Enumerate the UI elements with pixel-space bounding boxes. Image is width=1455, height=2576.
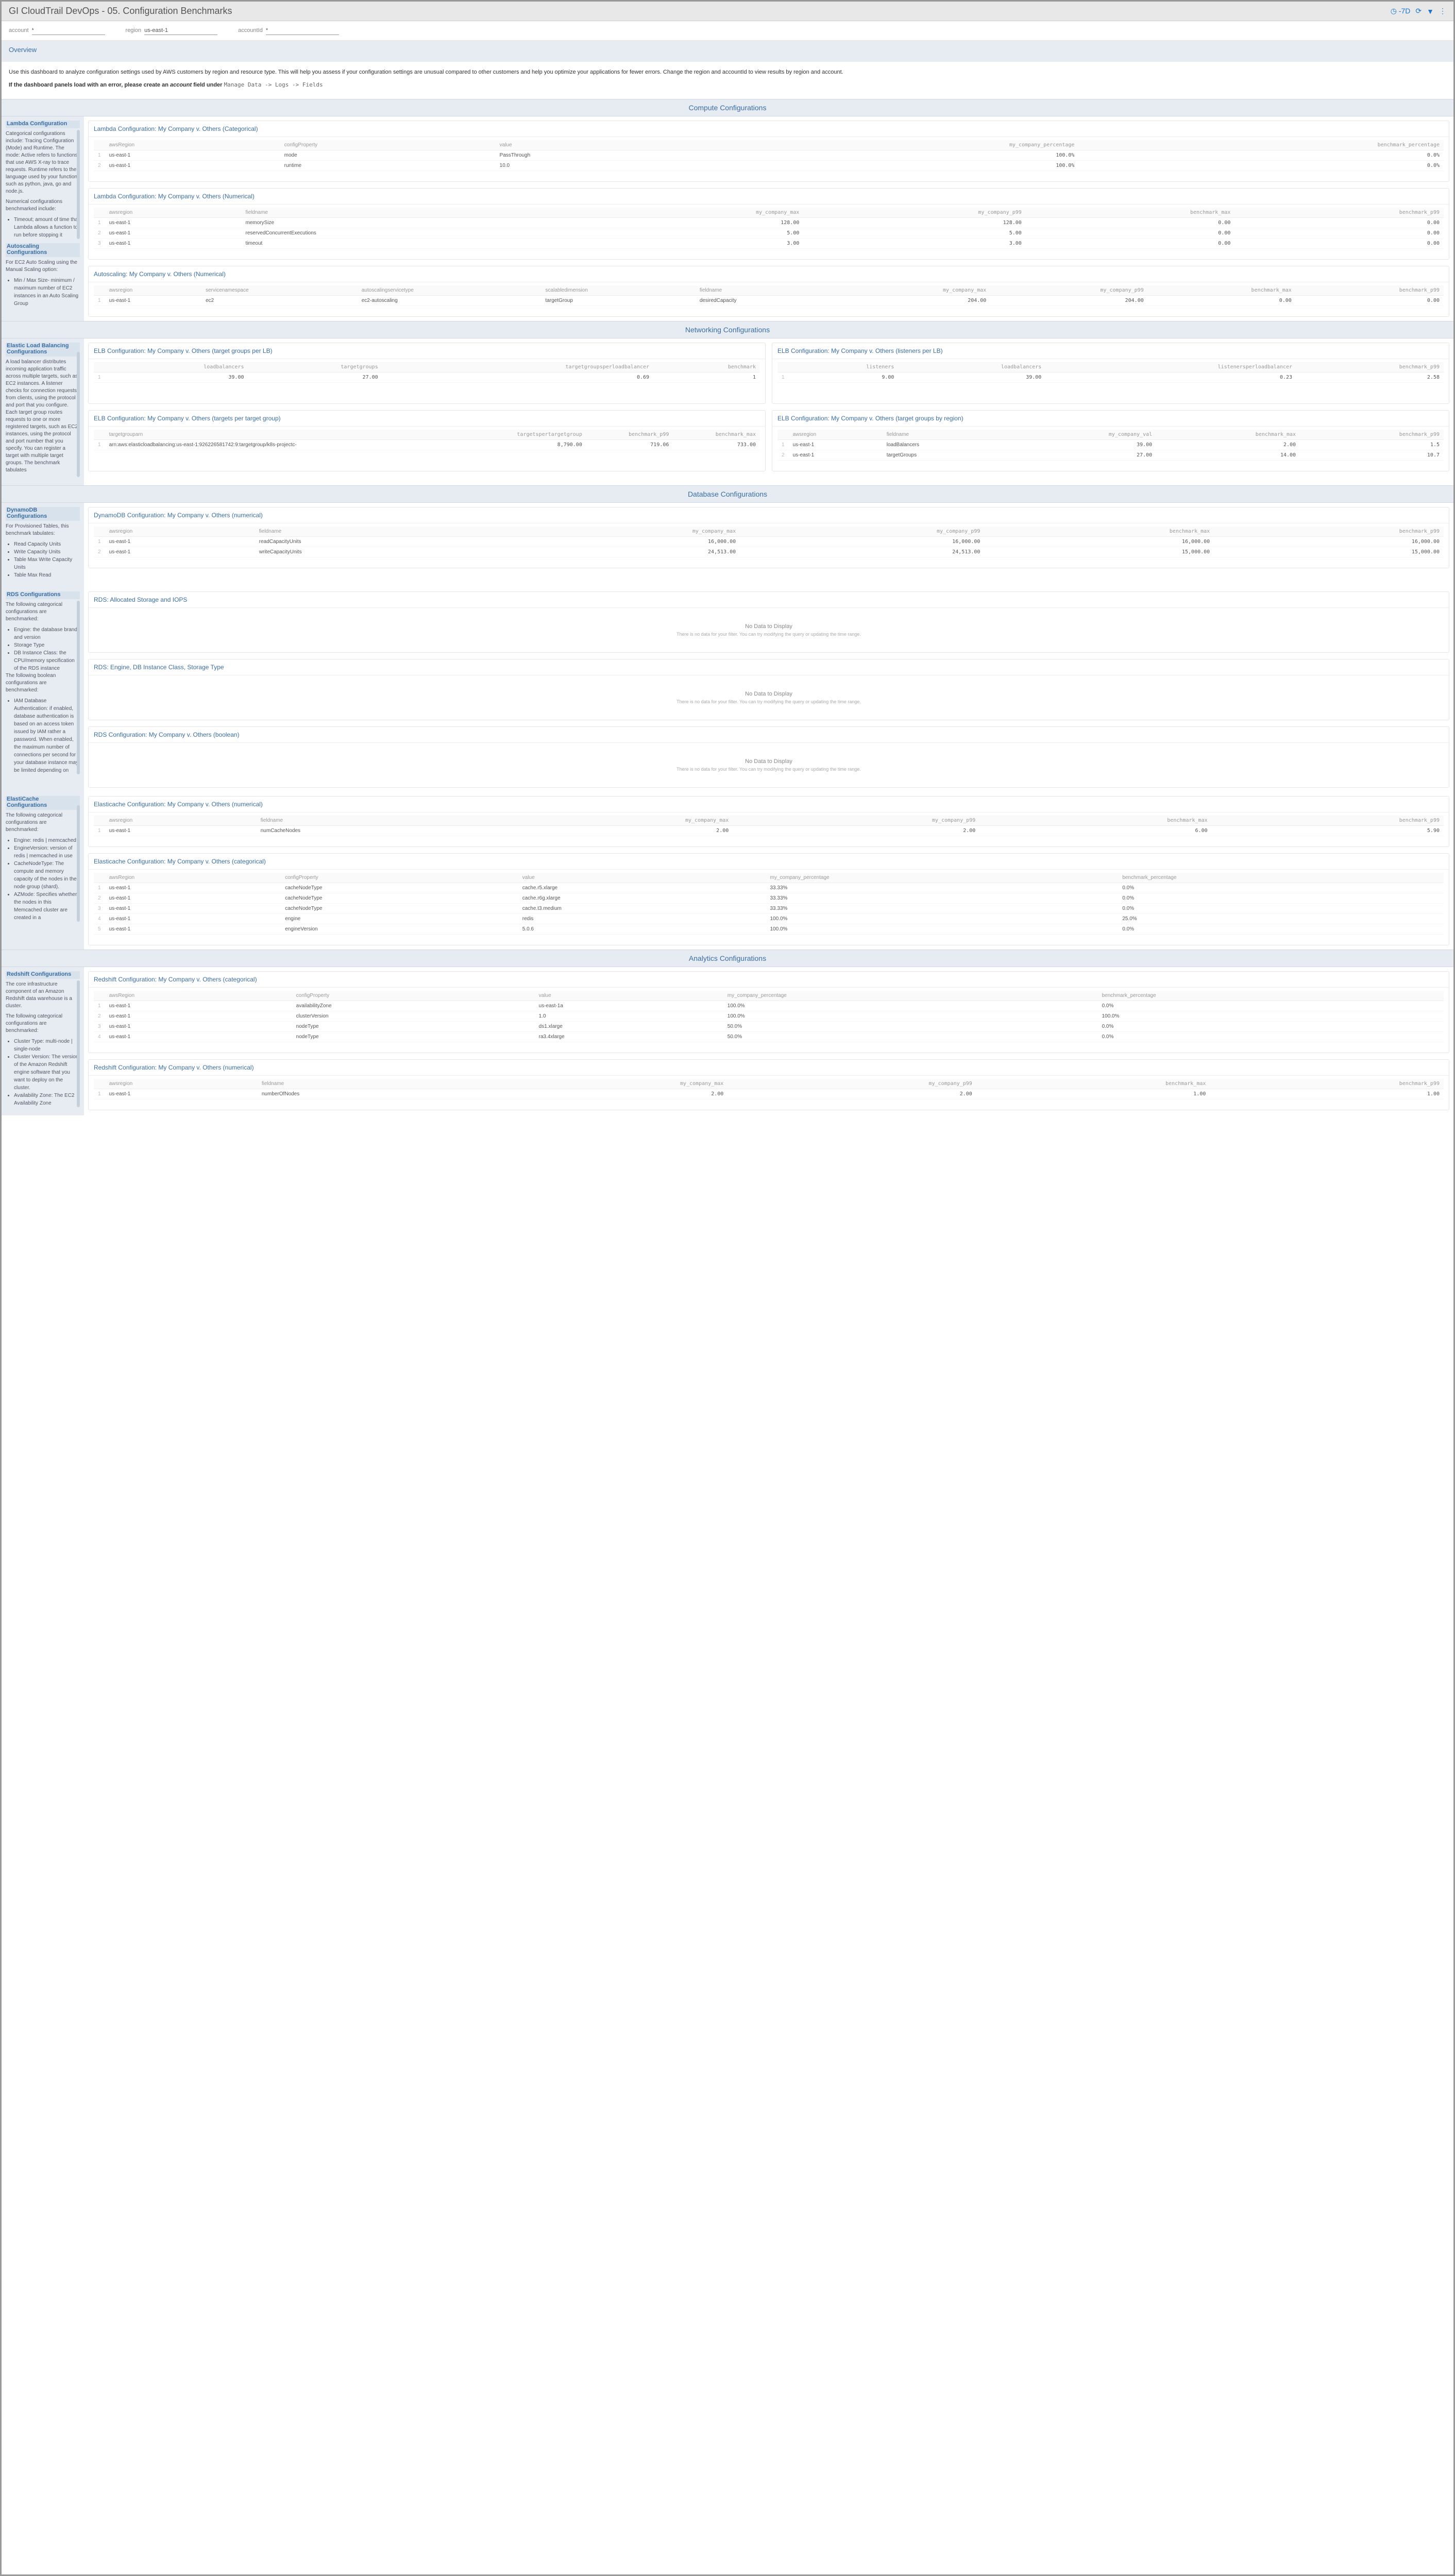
overview-bar: Overview [2,41,1453,62]
panel-redshift-cat: Redshift Configuration: My Company v. Ot… [88,971,1449,1053]
panel-rds-engine: RDS: Engine, DB Instance Class, Storage … [88,659,1449,720]
table-row[interactable]: 1us-east-1readCapacityUnits16,000.0016,0… [94,537,1444,547]
table-row[interactable]: 1us-east-1modePassThrough100.0%0.0% [94,150,1444,161]
scrollbar[interactable] [77,805,80,922]
section-database: Database Configurations [2,485,1453,503]
header-actions: ◷ -7D ⟳ ▼ ⋮ [1391,7,1446,15]
panel-lambda-cat: Lambda Configuration: My Company v. Othe… [88,121,1449,182]
sidebar-redshift: Redshift Configurations The core infrast… [6,971,80,1107]
panel-rds-bool: RDS Configuration: My Company v. Others … [88,726,1449,788]
table-row[interactable]: 1arn:aws:elasticloadbalancing:us-east-1:… [94,440,760,450]
table-row[interactable]: 3us-east-1cacheNodeTypecache.t3.medium33… [94,904,1444,914]
sidebar-rds: RDS Configurations The following categor… [6,591,80,774]
panel-elb-tg-by-region: ELB Configuration: My Company v. Others … [772,410,1449,471]
panel-lambda-num: Lambda Configuration: My Company v. Othe… [88,188,1449,260]
panel-elasticache-cat: Elasticache Configuration: My Company v.… [88,853,1449,945]
table-row[interactable]: 1us-east-1ec2ec2-autoscalingtargetGroupd… [94,296,1444,306]
panel-elb-listeners: ELB Configuration: My Company v. Others … [772,343,1449,404]
table-row[interactable]: 2us-east-1cacheNodeTypecache.r6g.xlarge3… [94,893,1444,904]
clock-icon[interactable]: ◷ -7D [1391,7,1411,15]
panel-dynamo-num: DynamoDB Configuration: My Company v. Ot… [88,507,1449,568]
table-row[interactable]: 1us-east-1loadBalancers39.002.001.5 [777,440,1444,450]
table-row[interactable]: 5us-east-1engineVersion5.0.6100.0%0.0% [94,924,1444,935]
page-title: GI CloudTrail DevOps - 05. Configuration… [9,6,232,16]
panel-rds-storage: RDS: Allocated Storage and IOPS No Data … [88,591,1449,653]
panel-redshift-num: Redshift Configuration: My Company v. Ot… [88,1059,1449,1110]
table-row[interactable]: 19.0039.000.232.58 [777,372,1444,383]
scrollbar[interactable] [77,980,80,1107]
panel-elasticache-num: Elasticache Configuration: My Company v.… [88,796,1449,847]
panel-autoscaling-num: Autoscaling: My Company v. Others (Numer… [88,266,1449,317]
table-row[interactable]: 4us-east-1nodeTypera3.4xlarge50.0%0.0% [94,1032,1444,1042]
table-row[interactable]: 1us-east-1memorySize128.00128.000.000.00 [94,218,1444,228]
scrollbar[interactable] [77,130,80,239]
filter-icon[interactable]: ▼ [1427,7,1434,15]
sidebar-lambda: Lambda Configuration Categorical configu… [6,121,80,239]
more-icon[interactable]: ⋮ [1439,7,1446,15]
sidebar-elb: Elastic Load Balancing Configurations A … [6,343,80,477]
refresh-icon[interactable]: ⟳ [1415,7,1422,15]
section-networking: Networking Configurations [2,321,1453,338]
panel-elb-targets-per-tg: ELB Configuration: My Company v. Others … [88,410,766,471]
table-row[interactable]: 2us-east-1targetGroups27.0014.0010.7 [777,450,1444,461]
sidebar-dynamo: DynamoDB Configurations For Provisioned … [6,507,80,579]
filter-label: accountId [238,27,263,33]
intro-text: Use this dashboard to analyze configurat… [2,62,1453,99]
filter-bar: account region accountId [2,21,1453,41]
table-row[interactable]: 139.0027.000.691 [94,372,760,383]
accountid-input[interactable] [266,26,339,35]
scrollbar[interactable] [77,352,80,477]
table-row[interactable]: 2us-east-1runtime10.0100.0%0.0% [94,161,1444,171]
sidebar-autoscaling: Autoscaling Configurations For EC2 Auto … [6,243,80,308]
table-row[interactable]: 1us-east-1availabilityZoneus-east-1a100.… [94,1001,1444,1011]
table-row[interactable]: 3us-east-1timeout3.003.000.000.00 [94,239,1444,249]
sidebar-elasticache: ElastiCache Configurations The following… [6,796,80,922]
table-row[interactable]: 1us-east-1numberOfNodes2.002.001.001.00 [94,1089,1444,1099]
filter-label: account [9,27,29,33]
panel-elb-tg-per-lb: ELB Configuration: My Company v. Others … [88,343,766,404]
table-row[interactable]: 2us-east-1reservedConcurrentExecutions5.… [94,228,1444,239]
table-row[interactable]: 2us-east-1clusterVersion1.0100.0%100.0% [94,1011,1444,1022]
table-row[interactable]: 1us-east-1numCacheNodes2.002.006.005.90 [94,826,1444,836]
header: GI CloudTrail DevOps - 05. Configuration… [2,2,1453,21]
account-input[interactable] [32,26,105,35]
filter-label: region [126,27,142,33]
section-analytics: Analytics Configurations [2,950,1453,967]
table-row[interactable]: 2us-east-1writeCapacityUnits24,513.0024,… [94,547,1444,557]
table-row[interactable]: 4us-east-1engineredis100.0%25.0% [94,914,1444,924]
scrollbar[interactable] [77,601,80,774]
table-row[interactable]: 1us-east-1cacheNodeTypecache.r5.xlarge33… [94,883,1444,893]
table-row[interactable]: 3us-east-1nodeTypeds1.xlarge50.0%0.0% [94,1022,1444,1032]
overview-title: Overview [9,46,1446,54]
section-compute: Compute Configurations [2,99,1453,116]
region-input[interactable] [144,26,217,35]
